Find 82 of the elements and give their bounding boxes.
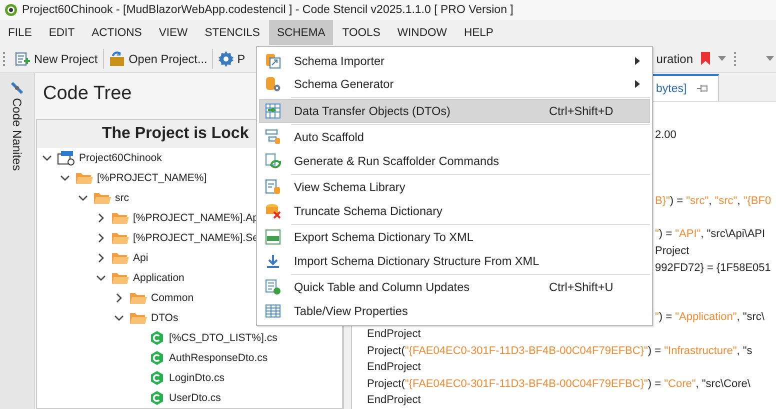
menu-item[interactable]: Table/View Properties [259, 299, 650, 322]
menu-item[interactable]: Schema Importer [259, 49, 650, 72]
tree-item[interactable]: [%PROJECT_NAME%].Ap [133, 212, 258, 224]
folder-icon [111, 231, 129, 245]
tree-item[interactable]: Application [133, 272, 184, 284]
menu-item[interactable]: Generate & Run Scaffolder Commands [259, 149, 650, 172]
tree-item[interactable]: DTOs [151, 312, 178, 324]
folder-icon [111, 271, 129, 285]
menu-item[interactable]: Truncate Schema Dictionary [259, 199, 650, 222]
toolbar-button[interactable]: Open Project... [106, 48, 210, 68]
side-tab[interactable]: Code Nanites [10, 98, 24, 171]
menu-item[interactable]: View Schema Library [259, 176, 650, 199]
tree-item[interactable]: UserDto.cs [169, 392, 221, 404]
folder-icon [75, 171, 93, 185]
toolbar-button[interactable]: New Project [13, 48, 100, 68]
open-folder-icon [108, 50, 126, 66]
menu-item[interactable]: FILE [0, 20, 40, 45]
tree-item[interactable]: [%PROJECT_NAME%] [97, 172, 207, 184]
menu-item[interactable]: VIEW [150, 20, 196, 45]
csharp-file-icon [149, 330, 165, 346]
code-line: B}") = "src", "src", "{BF0 [655, 195, 772, 208]
download-icon [265, 252, 281, 269]
library-icon [265, 179, 281, 196]
folder-icon [129, 291, 147, 305]
caret-icon[interactable] [718, 56, 726, 61]
import-icon [265, 52, 281, 69]
menu-item[interactable]: Schema Generator [259, 72, 650, 96]
table-refresh-icon [265, 279, 281, 296]
toolbar-button[interactable]: P [216, 48, 248, 68]
panel-title: Code Tree [43, 83, 132, 105]
folder-icon [93, 191, 111, 205]
tree-item[interactable]: Project60Chinook [79, 152, 162, 164]
tree-item[interactable]: AuthResponseDto.cs [169, 352, 268, 364]
new-document-icon [15, 50, 31, 66]
code-line: 992FD72} = {1F58E051 [655, 262, 771, 274]
code-line: ") = "Application", "src\ [655, 311, 764, 324]
tree-item[interactable]: LoginDto.cs [169, 372, 224, 384]
csharp-file-icon [149, 370, 165, 386]
window-title: Project60Chinook - [MudBlazorWebApp.codestencil ] - Code Stencil v2025.1.1.0 [ PRO Version ] [22, 4, 514, 16]
code-line: Project("{FAE04EC0-301F-11D3-BF4B-00C04F79EFBC}") = "Infrastructure", "s [367, 344, 752, 357]
folder-icon [111, 211, 129, 225]
menu-item[interactable]: HELP [456, 20, 502, 45]
tree-item[interactable]: Api [133, 252, 148, 264]
database-gear-icon [265, 76, 281, 92]
menu-item[interactable]: Quick Table and Column Updates Ctrl+Shift+U [259, 276, 650, 299]
tree-item[interactable]: [%PROJECT_NAME%].Se [133, 232, 258, 244]
code-line: 2.00 [655, 128, 676, 141]
code-line: Project [655, 245, 690, 258]
menu-item[interactable]: SCHEMA [268, 20, 334, 45]
scaffold-icon [265, 129, 281, 146]
table-icon [265, 302, 281, 319]
editor-tab[interactable]: bytes] [652, 74, 719, 102]
bookmark-icon[interactable] [701, 52, 710, 65]
csharp-file-icon [149, 390, 165, 406]
menu-item[interactable]: TOOLS [334, 20, 388, 45]
menu-item[interactable]: ACTIONS [84, 20, 150, 45]
caret-icon[interactable] [766, 56, 774, 61]
code-line: ") = "API", "src\Api\API [655, 228, 766, 240]
menu-item[interactable]: EDIT [40, 20, 83, 45]
menu-item[interactable]: Export Schema Dictionary To XML [259, 226, 650, 249]
toolbar-label[interactable]: uration [656, 52, 693, 66]
xml-file-icon [265, 229, 281, 246]
code-line: EndProject [367, 328, 421, 340]
code-line: Project("{FAE04EC0-301F-11D3-BF4B-00C04F79EFBC}") = "Core", "src\Core\ [367, 378, 750, 390]
csharp-file-icon [149, 350, 165, 366]
project-icon [57, 150, 75, 166]
menu-item[interactable]: STENCILS [196, 20, 268, 45]
database-delete-icon [265, 202, 281, 219]
gear-icon [218, 50, 234, 66]
code-line: EndProject [367, 394, 421, 406]
tree-item[interactable]: Common [151, 292, 194, 304]
folder-icon [129, 311, 147, 325]
code-line: EndProject [367, 361, 421, 374]
gear-logo-icon [4, 3, 18, 17]
tree-item[interactable]: src [115, 192, 129, 204]
menu-item[interactable]: WINDOW [389, 20, 455, 45]
tree-item[interactable]: [%CS_DTO_LIST%].cs [169, 332, 278, 344]
table-arrow-icon [265, 102, 281, 119]
menu-item[interactable]: Data Transfer Objects (DTOs) Ctrl+Shift+D [259, 99, 650, 122]
menu-item[interactable]: Import Schema Dictionary Structure From XML [259, 249, 650, 272]
folder-icon [111, 251, 129, 265]
pin-icon[interactable] [696, 84, 708, 94]
